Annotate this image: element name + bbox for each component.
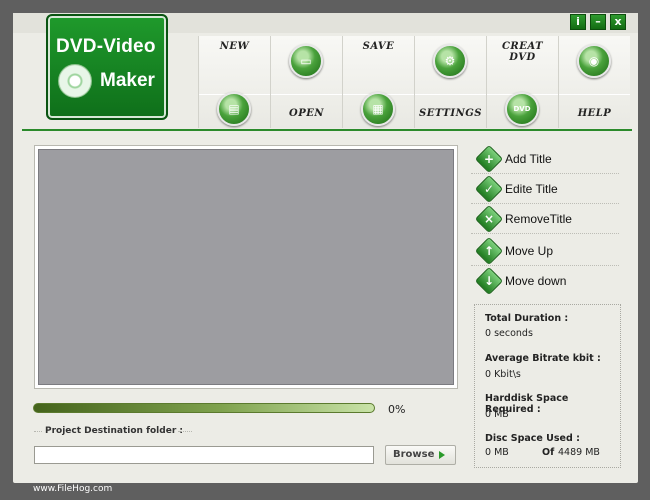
toolbar-column-save: SAVE ▦: [342, 36, 414, 128]
arrow-down-glyph: ↓: [483, 274, 495, 288]
action-label: RemoveTitle: [505, 212, 572, 226]
destination-folder-input[interactable]: [34, 446, 374, 464]
toolbar-column-create-dvd: CREAT DVD DVD: [486, 36, 558, 128]
action-label: Add Title: [505, 152, 552, 166]
total-duration-label: Total Duration :: [485, 313, 569, 324]
action-label: Move down: [505, 274, 567, 288]
remove-glyph: ×: [483, 212, 495, 226]
toolbar-separator: [271, 94, 342, 95]
logo-title-line1: DVD-Video: [56, 36, 156, 57]
disc-icon: [58, 64, 92, 98]
toolbar-column-new-open: NEW ▤: [198, 36, 270, 128]
dotted-rule: [178, 431, 192, 432]
open-folder-icon[interactable]: ▤: [217, 92, 251, 126]
info-button[interactable]: i: [570, 14, 586, 30]
disc-total-value: 4489 MB: [558, 447, 600, 458]
dotted-rule: [34, 431, 42, 432]
toolbar-separator: [559, 94, 630, 95]
check-glyph: ✓: [483, 182, 495, 196]
browse-label: Browse: [393, 449, 435, 460]
toolbar-column-new-open-2: ▭ OPEN: [270, 36, 342, 128]
close-button[interactable]: x: [610, 14, 626, 30]
disc-used-value: 0 MB: [485, 447, 509, 458]
logo-title-line2: Maker: [100, 70, 155, 91]
new-label[interactable]: NEW: [199, 41, 270, 52]
play-arrow-icon: [439, 451, 445, 459]
disc-space-label: Disc Space Used :: [485, 433, 580, 444]
bitrate-label: Average Bitrate kbit :: [485, 353, 601, 364]
video-preview-frame: [34, 145, 458, 389]
move-up-button[interactable]: ↑ Move Up: [471, 236, 619, 266]
add-title-button[interactable]: + Add Title: [471, 144, 619, 174]
dvd-icon[interactable]: DVD: [505, 92, 539, 126]
toolbar-column-help: ◉ HELP: [558, 36, 630, 128]
toolbar-separator: [415, 94, 486, 95]
gear-icon[interactable]: ⚙: [433, 44, 467, 78]
bitrate-value: 0 Kbit\s: [485, 369, 521, 380]
new-document-icon[interactable]: ▭: [289, 44, 323, 78]
header-divider: [22, 129, 632, 131]
edit-title-button[interactable]: ✓ Edite Title: [471, 174, 619, 204]
create-dvd-label[interactable]: CREAT DVD: [487, 41, 558, 63]
harddisk-value: 0 MB: [485, 409, 509, 420]
add-glyph: +: [483, 152, 495, 166]
footer-watermark: www.FileHog.com: [33, 484, 113, 494]
help-label[interactable]: HELP: [559, 108, 630, 119]
video-preview: [38, 149, 454, 385]
arrow-up-glyph: ↑: [483, 244, 495, 258]
open-label[interactable]: OPEN: [271, 108, 342, 119]
action-label: Move Up: [505, 244, 554, 258]
progress-bar: [33, 403, 375, 413]
settings-label[interactable]: SETTINGS: [415, 108, 486, 119]
move-down-button[interactable]: ↓ Move down: [471, 266, 619, 296]
save-icon[interactable]: ▦: [361, 92, 395, 126]
toolbar-column-settings: ⚙ SETTINGS: [414, 36, 486, 128]
project-info-panel: Total Duration : 0 seconds Average Bitra…: [474, 304, 621, 468]
disc-of-label: Of: [542, 447, 555, 458]
remove-title-button[interactable]: × RemoveTitle: [471, 204, 619, 234]
help-globe-icon[interactable]: ◉: [577, 44, 611, 78]
main-toolbar: NEW ▤ ▭ OPEN SAVE ▦ ⚙ SETTINGS CREAT DVD…: [198, 36, 630, 128]
destination-label: Project Destination folder :: [45, 426, 183, 436]
total-duration-value: 0 seconds: [485, 328, 533, 339]
browse-button[interactable]: Browse: [385, 445, 456, 465]
app-logo: DVD-Video Maker: [46, 14, 168, 120]
action-label: Edite Title: [505, 182, 558, 196]
progress-percent: 0%: [388, 403, 406, 416]
save-label[interactable]: SAVE: [343, 41, 414, 52]
minimize-button[interactable]: –: [590, 14, 606, 30]
